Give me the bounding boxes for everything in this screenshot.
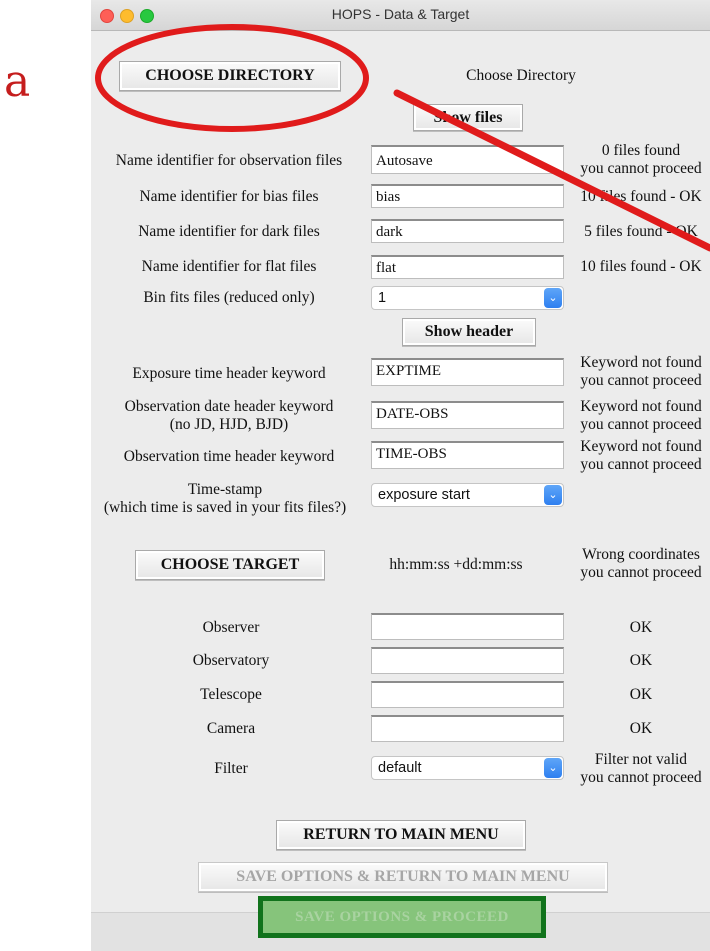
choose-directory-button[interactable]: CHOOSE DIRECTORY xyxy=(119,61,341,91)
date-keyword-label: Observation date header keyword (no JD, H… xyxy=(124,398,334,433)
hops-window: HOPS - Data & Target CHOOSE DIRECTORY Ch… xyxy=(91,0,710,951)
camera-input[interactable] xyxy=(371,715,564,742)
time-keyword-status: Keyword not found you cannot proceed xyxy=(580,438,702,473)
flat-files-input[interactable]: flat xyxy=(371,255,564,279)
observation-files-label: Name identifier for observation files xyxy=(115,152,343,169)
title-bar: HOPS - Data & Target xyxy=(91,0,710,31)
observatory-input[interactable] xyxy=(371,647,564,674)
observatory-status: OK xyxy=(629,652,653,669)
observation-files-input[interactable]: Autosave xyxy=(371,145,564,174)
target-status: Wrong coordinates you cannot proceed xyxy=(580,546,702,581)
date-keyword-input[interactable]: DATE-OBS xyxy=(371,401,564,429)
bias-files-status: 10 files found - OK xyxy=(580,188,702,205)
time-keyword-label: Observation time header keyword xyxy=(123,448,335,465)
bin-label: Bin fits files (reduced only) xyxy=(143,289,315,306)
bias-files-input[interactable]: bias xyxy=(371,184,564,208)
telescope-status: OK xyxy=(629,686,653,703)
choose-target-button[interactable]: CHOOSE TARGET xyxy=(135,550,325,580)
dark-files-label: Name identifier for dark files xyxy=(138,223,320,240)
target-coordinates: hh:mm:ss +dd:mm:ss xyxy=(389,556,523,573)
observation-files-status: 0 files found you cannot proceed xyxy=(580,142,702,177)
observer-label: Observer xyxy=(202,619,260,636)
telescope-input[interactable] xyxy=(371,681,564,708)
exposure-keyword-label: Exposure time header keyword xyxy=(132,365,326,382)
observer-status: OK xyxy=(629,619,653,636)
save-options-proceed-button[interactable]: SAVE OPTIONS & PROCEED xyxy=(258,896,546,938)
show-header-button[interactable]: Show header xyxy=(402,318,536,346)
observer-input[interactable] xyxy=(371,613,564,640)
timestamp-label: Time-stamp (which time is saved in your f… xyxy=(103,481,347,516)
observatory-label: Observatory xyxy=(192,652,270,669)
flat-files-status: 10 files found - OK xyxy=(580,258,702,275)
dark-files-input[interactable]: dark xyxy=(371,219,564,243)
chevron-down-icon: ⌄ xyxy=(544,758,562,778)
save-options-return-button[interactable]: SAVE OPTIONS & RETURN TO MAIN MENU xyxy=(198,862,608,892)
timestamp-select[interactable]: exposure start ⌄ xyxy=(371,483,564,507)
date-keyword-status: Keyword not found you cannot proceed xyxy=(580,398,702,433)
telescope-label: Telescope xyxy=(200,686,262,703)
return-to-main-menu-button[interactable]: RETURN TO MAIN MENU xyxy=(276,820,526,850)
directory-status: Choose Directory xyxy=(466,67,576,84)
chevron-down-icon: ⌄ xyxy=(544,485,562,505)
camera-label: Camera xyxy=(206,720,256,737)
dark-files-status: 5 files found - OK xyxy=(584,223,698,240)
chevron-down-icon: ⌄ xyxy=(544,288,562,308)
bias-files-label: Name identifier for bias files xyxy=(139,188,319,205)
exposure-keyword-status: Keyword not found you cannot proceed xyxy=(580,354,702,389)
panel-letter: a xyxy=(4,56,31,107)
filter-select[interactable]: default ⌄ xyxy=(371,756,564,780)
bin-select[interactable]: 1 ⌄ xyxy=(371,286,564,310)
exposure-keyword-input[interactable]: EXPTIME xyxy=(371,358,564,386)
flat-files-label: Name identifier for flat files xyxy=(141,258,317,275)
window-title: HOPS - Data & Target xyxy=(331,6,470,22)
show-files-button[interactable]: Show files xyxy=(413,104,523,131)
filter-label: Filter xyxy=(214,760,248,777)
filter-status: Filter not valid you cannot proceed xyxy=(580,751,702,786)
time-keyword-input[interactable]: TIME-OBS xyxy=(371,441,564,469)
camera-status: OK xyxy=(629,720,653,737)
